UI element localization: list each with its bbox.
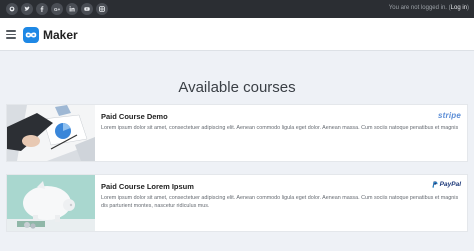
page-title: Available courses: [178, 79, 296, 96]
login-status-text: You are not logged in.: [388, 5, 447, 11]
social-links: G+: [6, 3, 108, 15]
course-card[interactable]: Paid Course Demo Lorem ipsum dolor sit a…: [6, 104, 468, 162]
hamburger-icon[interactable]: [6, 30, 16, 39]
twitter-icon[interactable]: [21, 3, 33, 15]
payment-gateway-label: PayPal: [439, 181, 461, 188]
brand-name[interactable]: Maker: [43, 28, 78, 42]
payment-gateway-label: stripe: [438, 111, 461, 120]
linkedin-icon[interactable]: [66, 3, 78, 15]
course-title[interactable]: Paid Course Demo: [101, 112, 168, 121]
login-link[interactable]: Log in: [451, 5, 467, 11]
course-title[interactable]: Paid Course Lorem Ipsum: [101, 182, 194, 191]
google-plus-icon[interactable]: G+: [51, 3, 63, 15]
course-image-piggy-bank[interactable]: [7, 175, 95, 231]
course-description: Lorem ipsum dolor sit amet, consectetuer…: [101, 125, 459, 131]
paypal-icon: [431, 181, 438, 188]
login-status: You are not logged in. (Log in): [389, 5, 469, 11]
youtube-icon[interactable]: [81, 3, 93, 15]
facebook-icon[interactable]: [36, 3, 48, 15]
svg-text:G+: G+: [54, 7, 60, 12]
infinity-icon[interactable]: [23, 27, 39, 43]
login-close-paren: ): [467, 5, 469, 11]
paypal-logo: PayPal: [431, 181, 461, 188]
github-icon[interactable]: [6, 3, 18, 15]
course-description: Lorem ipsum dolor sit amet, consectetuer…: [101, 195, 459, 209]
top-bar: G+ You are not logged in. (Log in): [0, 0, 474, 18]
instagram-icon[interactable]: [96, 3, 108, 15]
course-image-desk[interactable]: [7, 105, 95, 161]
stripe-logo: stripe: [438, 111, 461, 120]
course-card[interactable]: Paid Course Lorem Ipsum Lorem ipsum dolo…: [6, 174, 468, 232]
site-header: Maker: [0, 18, 474, 51]
